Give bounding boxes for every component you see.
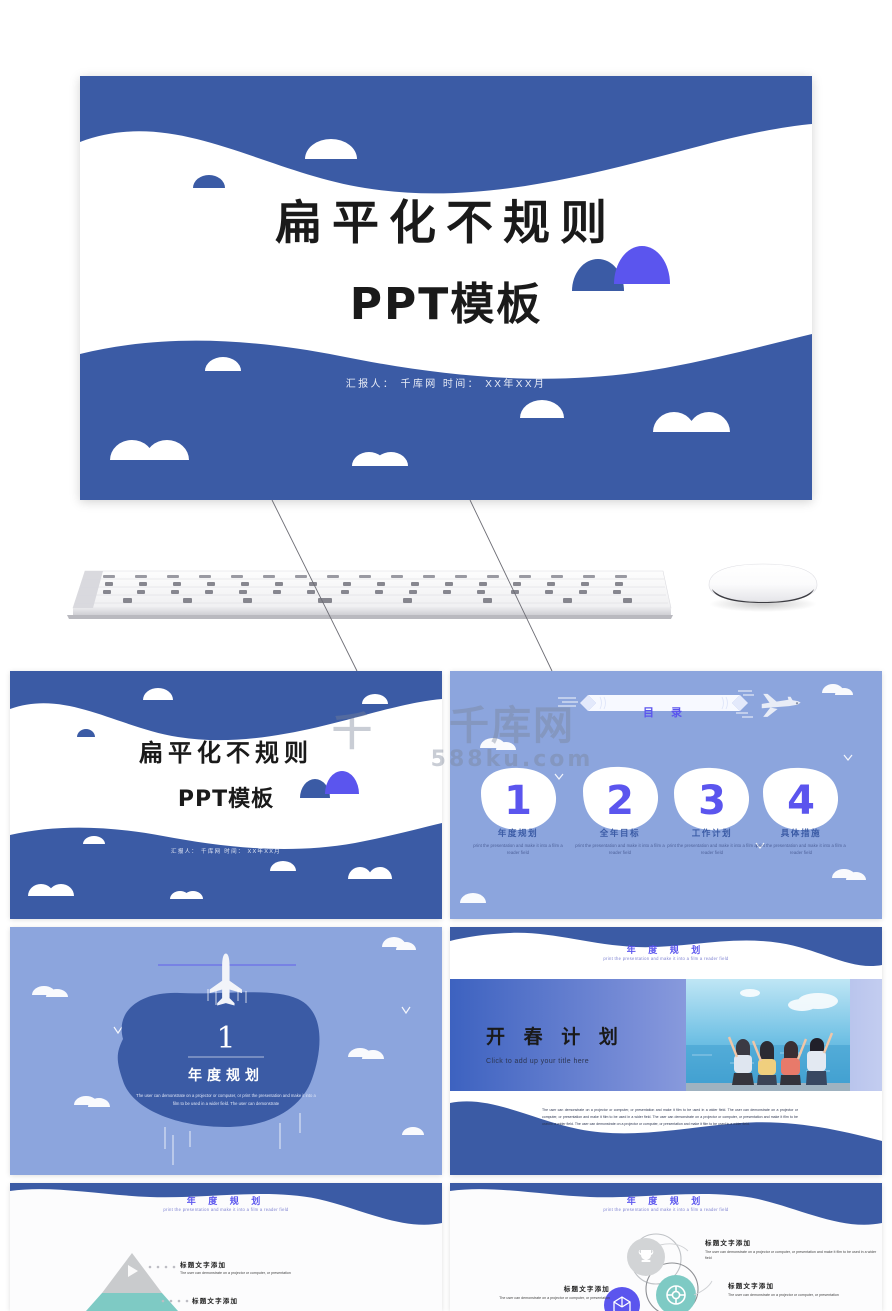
toc-number: 2: [606, 778, 634, 824]
hero-title: 扁平化不规则: [275, 196, 617, 251]
circle-item-title: 标题文字添加: [705, 1240, 752, 1247]
circles-subheader: print the presentation and make it into …: [603, 1207, 729, 1212]
content-small-title: Click to add up your title here: [486, 1058, 590, 1065]
hero-slide: 扁平化不规则 PPT模板 汇报人： 千库网 时间： XX年XX月: [80, 76, 812, 500]
section-desc: The user can demonstrate on a projector …: [136, 1093, 316, 1106]
pyramid-header: 年 度 规 划: [186, 1196, 266, 1206]
cover-thumb-subtitle: PPT模板: [177, 787, 275, 812]
toc-label: 工作计划: [691, 828, 733, 838]
pyramid-row-2: 标题文字添加: [192, 1295, 442, 1305]
slide-content-spring-plan[interactable]: 年 度 规 划 print the presentation and make …: [450, 927, 882, 1175]
circle-item-desc: The user can demonstrate on a projector …: [499, 1296, 610, 1300]
circle-item-1: 标题文字添加 The user can demonstrate on a pro…: [705, 1237, 877, 1262]
content-slide-graphics: [450, 927, 882, 1175]
toc-label: 全年目标: [599, 828, 641, 838]
toc-item-4[interactable]: 4 具体措施 print the presentation and make i…: [751, 781, 851, 856]
toc-number: 1: [504, 778, 532, 824]
pyramid-row-title: 标题文字添加: [192, 1298, 239, 1305]
poster-stage: 扁平化不规则 PPT模板 汇报人： 千库网 时间： XX年XX月 扁平化不规则 …: [0, 0, 892, 1311]
content-body: The user can demonstrate on a projector …: [542, 1108, 798, 1126]
section-title: 年度规划: [188, 1067, 264, 1083]
content-header: 年 度 规 划: [626, 945, 706, 955]
section-number: 1: [216, 1021, 236, 1056]
toc-number: 4: [787, 778, 815, 824]
toc-item-3[interactable]: 3 工作计划 print the presentation and make i…: [662, 781, 762, 856]
slide-toc[interactable]: 目 录 1 年度规划 print the presentation and ma…: [450, 671, 882, 919]
circle-item-title: 标题文字添加: [728, 1283, 775, 1290]
pyramid-row-desc: The user can demonstrate on a projector …: [180, 1271, 291, 1275]
toc-label: 年度规划: [497, 828, 539, 838]
slide-cover[interactable]: 扁平化不规则 PPT模板 汇报人： 千库网 时间： XX年XX月: [10, 671, 442, 919]
circle-item-title: 标题文字添加: [563, 1286, 610, 1293]
slide-pyramid[interactable]: 年 度 规 划 print the presentation and make …: [10, 1183, 442, 1311]
toc-item-1[interactable]: 1 年度规划 print the presentation and make i…: [468, 781, 568, 856]
circle-item-2: 标题文字添加 The user can demonstrate on a pro…: [728, 1280, 882, 1298]
pyramid-row-title: 标题文字添加: [180, 1262, 227, 1269]
content-subheader: print the presentation and make it into …: [603, 956, 729, 961]
toc-number: 3: [698, 778, 726, 824]
circles-header: 年 度 规 划: [626, 1196, 706, 1206]
toc-desc: print the presentation and make it into …: [667, 843, 757, 855]
circle-item-desc: The user can demonstrate on a projector …: [728, 1293, 839, 1297]
toc-desc: print the presentation and make it into …: [473, 843, 563, 855]
content-big-title: 开 春 计 划: [486, 1026, 624, 1048]
hero-subtitle: PPT模板: [349, 279, 543, 330]
pyramid-row-1: 标题文字添加 The user can demonstrate on a pro…: [180, 1259, 430, 1275]
cover-thumb-meta: 汇报人： 千库网 时间： XX年XX月: [171, 849, 281, 855]
toc-desc: print the presentation and make it into …: [756, 843, 846, 855]
toc-item-2[interactable]: 2 全年目标 print the presentation and make i…: [570, 781, 670, 856]
hero-meta: 汇报人： 千库网 时间： XX年XX月: [345, 379, 547, 390]
toc-desc: print the presentation and make it into …: [575, 843, 665, 855]
toc-label: 具体措施: [780, 828, 822, 838]
circle-item-desc: The user can demonstrate on a projector …: [705, 1250, 877, 1261]
circle-item-3: 标题文字添加 The user can demonstrate on a pro…: [464, 1283, 610, 1301]
toc-heading: 目 录: [642, 707, 690, 719]
cover-thumb-title: 扁平化不规则: [139, 739, 313, 767]
pyramid-subheader: print the presentation and make it into …: [163, 1207, 289, 1212]
slide-circles[interactable]: 年 度 规 划 print the presentation and make …: [450, 1183, 882, 1311]
slides-grid: 扁平化不规则 PPT模板 汇报人： 千库网 时间： XX年XX月 目 录 1 年…: [10, 671, 882, 1311]
slide-section-divider[interactable]: 1 年度规划 The user can demonstrate on a pro…: [10, 927, 442, 1175]
